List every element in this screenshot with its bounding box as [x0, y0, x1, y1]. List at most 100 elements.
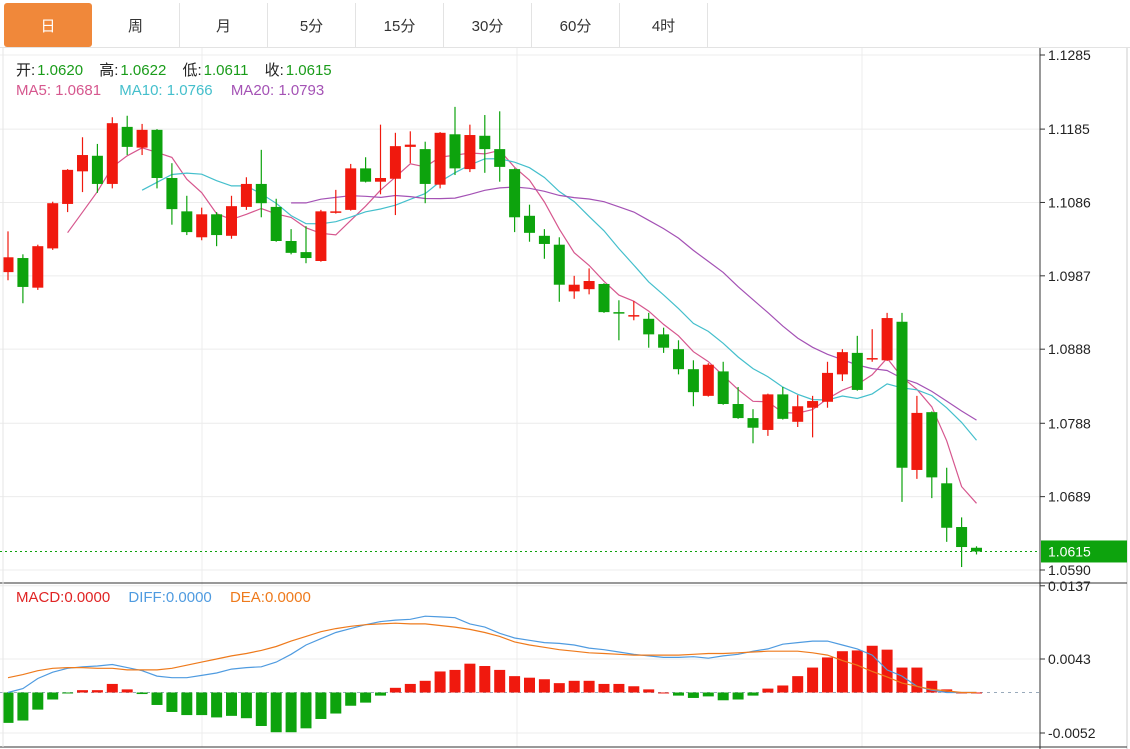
candle-body — [285, 240, 297, 253]
candle-body — [822, 372, 833, 402]
candle-body — [91, 155, 103, 184]
macd-histogram-bar — [658, 692, 670, 694]
candle — [330, 189, 342, 214]
macd-histogram-bar — [345, 692, 357, 706]
macd-histogram-bar — [47, 692, 59, 700]
macd-histogram-bar — [375, 692, 386, 696]
price-tick-label: 1.0590 — [1048, 562, 1091, 578]
candle-body — [732, 404, 744, 419]
macd-histogram-bar — [673, 692, 684, 696]
dea-value: DEA:0.0000 — [229, 589, 311, 606]
macd-histogram-bar — [300, 692, 312, 729]
tab-week[interactable]: 周 — [92, 3, 180, 47]
candle — [553, 237, 565, 302]
macd-histogram-bar — [91, 690, 103, 693]
candle — [166, 163, 178, 225]
tab-15min[interactable]: 15分 — [356, 3, 444, 47]
candle — [896, 312, 908, 502]
candle — [404, 131, 416, 164]
candle — [181, 195, 193, 236]
ohlc-legend: 开: 1.0620 高: 1.0622 低: 1.0611 收: 1.0615 — [16, 59, 344, 80]
candle — [77, 137, 88, 193]
macd-histogram-bar — [822, 657, 833, 693]
candle-body — [464, 135, 476, 170]
candle-body — [971, 547, 982, 552]
low-label: 低: — [182, 62, 202, 79]
candle — [613, 300, 625, 341]
macd-histogram-bar — [509, 676, 521, 693]
candle-body — [658, 334, 670, 348]
macd-histogram-bar — [106, 683, 118, 693]
candle-body — [434, 132, 446, 185]
macd-histogram-bar — [464, 663, 476, 693]
high-label: 高: — [99, 62, 119, 79]
diff-value: DIFF:0.0000 — [128, 589, 212, 606]
candle — [807, 395, 819, 438]
candle-body — [538, 235, 550, 244]
candle — [598, 283, 610, 313]
candle-body — [479, 135, 491, 150]
candle-body — [62, 169, 74, 204]
candle-body — [315, 211, 327, 261]
candle-body — [866, 358, 878, 360]
candlestick-series — [2, 106, 982, 568]
macd-histogram-bar — [151, 692, 163, 705]
candle — [538, 229, 550, 259]
tab-day[interactable]: 日 — [4, 3, 92, 47]
ma20-value: MA20: 1.0793 — [230, 82, 325, 99]
ma10-value: MA10: 1.0766 — [119, 82, 213, 99]
price-tick-label: 1.0888 — [1048, 341, 1091, 357]
macd-histogram-bar — [166, 692, 178, 712]
tab-month[interactable]: 月 — [180, 3, 268, 47]
candle — [717, 361, 729, 405]
candle-body — [181, 211, 193, 233]
macd-histogram-bar — [553, 683, 565, 693]
tab-5min[interactable]: 5分 — [268, 3, 356, 47]
macd-histogram-bar — [762, 688, 774, 693]
macd-histogram-bar — [330, 692, 342, 714]
macd-histogram-bar — [851, 650, 863, 693]
candle-body — [389, 146, 401, 179]
price-tick-label: 1.0689 — [1048, 489, 1091, 505]
tab-30min[interactable]: 30分 — [444, 3, 532, 47]
macd-histogram-bar — [911, 667, 923, 693]
candle — [583, 268, 595, 295]
current-price-label: 1.0615 — [1048, 543, 1091, 559]
macd-histogram-bar — [583, 680, 595, 693]
candle-body — [613, 312, 625, 314]
candle-body — [509, 169, 521, 218]
macd-histogram-bar — [777, 685, 789, 693]
candle-body — [136, 129, 148, 148]
candle-body — [762, 394, 774, 430]
macd-panel — [0, 615, 1040, 733]
candle-body — [792, 406, 804, 422]
macd-histogram-bar — [255, 692, 267, 726]
tab-4hour[interactable]: 4时 — [620, 3, 708, 47]
candle — [47, 201, 59, 250]
candle-body — [747, 418, 759, 428]
candle — [881, 312, 893, 362]
macd-histogram-bar — [196, 692, 208, 716]
candle-body — [77, 155, 88, 172]
macd-histogram-bar — [404, 683, 416, 693]
macd-histogram-bar — [32, 692, 44, 710]
candle — [926, 411, 938, 499]
macd-histogram-bar — [211, 692, 223, 718]
macd-histogram-bar — [792, 676, 804, 693]
candle-body — [300, 252, 312, 259]
macd-histogram-bar — [524, 677, 535, 693]
candle-body — [524, 215, 535, 233]
close-label: 收: — [264, 62, 284, 79]
candle-body — [598, 283, 610, 313]
candle — [762, 393, 774, 436]
open-label: 开: — [16, 62, 36, 79]
chart-canvas[interactable]: 1.1285 1.1185 1.1086 1.0987 1.0888 1.0788 1.06… — [0, 0, 1130, 749]
macd-histogram-bar — [181, 692, 193, 716]
macd-histogram-bar — [687, 692, 699, 698]
tab-60min[interactable]: 60分 — [532, 3, 620, 47]
candle — [345, 163, 357, 211]
candle-body — [926, 412, 938, 478]
macd-tick-label: 0.0043 — [1048, 651, 1091, 667]
candle — [494, 111, 506, 182]
macd-histogram-bar — [479, 666, 491, 693]
